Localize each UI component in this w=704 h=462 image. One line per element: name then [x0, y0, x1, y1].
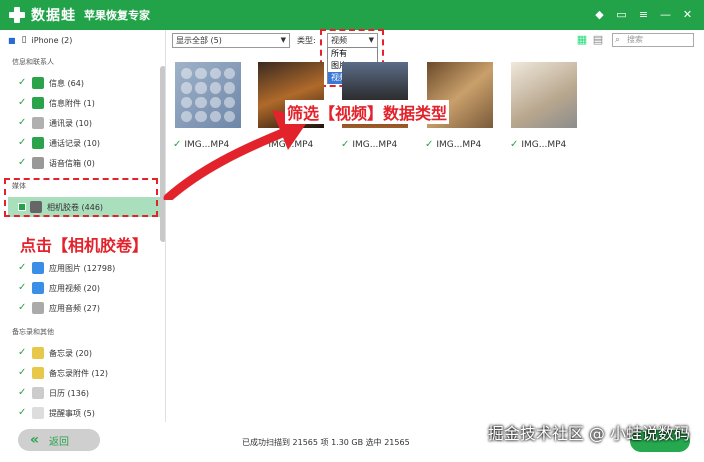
notes-icon — [32, 347, 44, 359]
watermark: 掘金技术社区 @ 小蛙说数码 — [487, 424, 690, 443]
sidebar-item-label: 通话记录 (10) — [49, 138, 100, 148]
file-caption[interactable]: ✓IMG...MP4 — [425, 139, 505, 150]
app-window: 数据蛙 苹果恢复专家 ◆ ▭ ≡ — ✕ ■ ▯ iPhone (2) 信息和联… — [0, 0, 704, 462]
sidebar-device[interactable]: ■ ▯ iPhone (2) — [0, 30, 160, 50]
search-icon: ⌕ — [615, 35, 621, 45]
section-contacts: 信息和联系人 — [12, 58, 54, 66]
app-logo: 数据蛙 苹果恢复专家 — [7, 5, 150, 25]
checkbox-checked-icon[interactable]: ✓ — [341, 139, 349, 150]
sidebar-item-label: 语音信箱 (0) — [49, 158, 95, 168]
highlight-box-camera-roll — [4, 178, 158, 217]
contacts-icon — [32, 117, 44, 129]
checkbox-checked-icon[interactable]: ✓ — [18, 138, 28, 148]
checkbox-checked-icon[interactable]: ✓ — [18, 368, 28, 378]
section-memo: 备忘录和其他 — [12, 328, 54, 336]
menu-icon[interactable]: ≡ — [637, 8, 650, 21]
reminder-icon — [32, 407, 44, 419]
status-text: 已成功扫描到 21565 项 1.30 GB 选中 21565 — [242, 438, 410, 447]
sidebar-item[interactable]: ✓ 应用视频 (20) — [0, 278, 160, 298]
checkbox-checked-icon[interactable]: ✓ — [18, 303, 28, 313]
sidebar-item[interactable]: ✓ 应用图片 (12798) — [0, 258, 160, 278]
window-controls: ◆ ▭ ≡ — ✕ — [593, 8, 694, 21]
minimize-icon[interactable]: — — [659, 8, 672, 21]
file-caption[interactable]: ✓IMG...MP4 — [510, 139, 590, 150]
file-name: IMG...MP4 — [436, 139, 482, 150]
message-icon — [32, 77, 44, 89]
message-attachment-icon — [32, 97, 44, 109]
sidebar-item[interactable]: ✓ 信息 (64) — [0, 73, 160, 93]
voicemail-icon — [32, 157, 44, 169]
diamond-icon[interactable]: ◆ — [593, 8, 606, 21]
checkbox-checked-icon[interactable]: ✓ — [425, 139, 433, 150]
checkbox-checked-icon[interactable]: ✓ — [18, 98, 28, 108]
file-name: IMG...MP4 — [521, 139, 567, 150]
calendar-icon — [32, 387, 44, 399]
search-input[interactable]: ⌕ 搜索 — [612, 33, 694, 47]
sidebar-item[interactable]: ✓ 提醒事项 (5) — [0, 403, 160, 422]
sidebar-item[interactable]: ✓ 信息附件 (1) — [0, 93, 160, 113]
checkbox-checked-icon[interactable]: ✓ — [18, 283, 28, 293]
app-photo-icon — [32, 262, 44, 274]
phone-device-icon: ▯ — [21, 35, 27, 45]
phone-icon — [32, 137, 44, 149]
sidebar-item[interactable]: ✓ 通话记录 (10) — [0, 133, 160, 153]
sidebar-item-label: 信息 (64) — [49, 78, 84, 88]
checkbox-checked-icon[interactable]: ✓ — [18, 263, 28, 273]
brand-name: 数据蛙 — [31, 8, 76, 24]
sidebar-item-label: 应用音频 (27) — [49, 303, 100, 313]
sidebar-item-label: 应用图片 (12798) — [49, 263, 116, 273]
checkbox-checked-icon[interactable]: ✓ — [18, 78, 28, 88]
annotation-filter-video: 筛选【视频】数据类型 — [285, 100, 450, 124]
list-view-icon[interactable]: ▤ — [592, 34, 604, 46]
chevron-down-icon: ▼ — [280, 36, 286, 44]
chat-icon[interactable]: ▭ — [615, 8, 628, 21]
back-label: 返回 — [49, 436, 70, 448]
close-icon[interactable]: ✕ — [681, 8, 694, 21]
sidebar-item[interactable]: ✓ 应用音频 (27) — [0, 298, 160, 318]
plus-logo-icon — [7, 5, 27, 25]
sidebar-item[interactable]: ✓ 备忘录附件 (12) — [0, 363, 160, 383]
sidebar-item-label: 应用视频 (20) — [49, 283, 100, 293]
sidebar-item-label: 备忘录 (20) — [49, 348, 92, 358]
sidebar-item-label: 日历 (136) — [49, 388, 90, 398]
sidebar: ■ ▯ iPhone (2) 信息和联系人 ✓ 信息 (64) ✓ 信息附件 (1) ✓… — [0, 30, 166, 422]
back-button[interactable]: « 返回 — [18, 429, 100, 451]
grid-view-icon[interactable]: ▦ — [576, 34, 588, 46]
show-filter-value: 显示全部 (5) — [176, 36, 222, 45]
title-bar: 数据蛙 苹果恢复专家 ◆ ▭ ≡ — ✕ — [0, 0, 704, 30]
collapse-icon[interactable]: ■ — [8, 36, 16, 45]
sidebar-item[interactable]: ✓ 通讯录 (10) — [0, 113, 160, 133]
show-filter-select[interactable]: 显示全部 (5) ▼ — [172, 33, 290, 48]
sidebar-item-label: 提醒事项 (5) — [49, 408, 95, 418]
file-caption[interactable]: ✓IMG...MP4 — [341, 139, 421, 150]
annotation-click-camera: 点击【相机胶卷】 — [20, 236, 149, 255]
file-name: IMG...MP4 — [352, 139, 398, 150]
sidebar-item[interactable]: ✓ 语音信箱 (0) — [0, 153, 160, 173]
sidebar-item-label: 备忘录附件 (12) — [49, 368, 108, 378]
sidebar-item[interactable]: ✓ 备忘录 (20) — [0, 343, 160, 363]
search-placeholder: 搜索 — [627, 35, 643, 44]
product-name: 苹果恢复专家 — [84, 9, 150, 22]
sidebar-item-label: 通讯录 (10) — [49, 118, 92, 128]
checkbox-checked-icon[interactable]: ✓ — [18, 408, 28, 418]
checkbox-checked-icon[interactable]: ✓ — [18, 158, 28, 168]
type-label: 类型: — [297, 36, 316, 45]
app-video-icon — [32, 282, 44, 294]
notes-attachment-icon — [32, 367, 44, 379]
checkbox-checked-icon[interactable]: ✓ — [18, 388, 28, 398]
app-audio-icon — [32, 302, 44, 314]
checkbox-checked-icon[interactable]: ✓ — [18, 348, 28, 358]
checkbox-checked-icon[interactable]: ✓ — [18, 118, 28, 128]
sidebar-item[interactable]: ✓ 日历 (136) — [0, 383, 160, 403]
device-label: iPhone (2) — [31, 35, 73, 45]
sidebar-item-label: 信息附件 (1) — [49, 98, 95, 108]
double-chevron-left-icon: « — [30, 432, 40, 448]
thumbnail[interactable] — [511, 62, 577, 128]
checkbox-checked-icon[interactable]: ✓ — [510, 139, 518, 150]
